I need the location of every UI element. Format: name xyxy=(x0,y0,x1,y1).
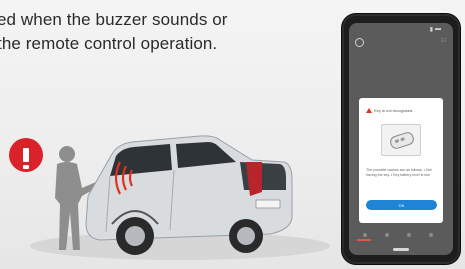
exclamation-icon xyxy=(9,138,43,172)
ok-button[interactable]: OK xyxy=(366,200,437,210)
remote-key-image xyxy=(381,124,421,156)
nav-item-1[interactable] xyxy=(363,233,367,237)
key-fob-icon xyxy=(388,130,416,151)
status-bar: ▮ ▬ xyxy=(349,23,453,35)
car-illustration xyxy=(30,135,330,260)
phone-screen: ▮ ▬ ⁝⁝ Key is not recognised. The possib… xyxy=(349,23,453,255)
nav-item-3[interactable] xyxy=(407,233,411,237)
caption-line-1: ed when the buzzer sounds or xyxy=(0,10,228,29)
nav-item-2[interactable] xyxy=(385,233,389,237)
caption: ed when the buzzer sounds or the remote … xyxy=(0,8,327,56)
smartphone: ▮ ▬ ⁝⁝ Key is not recognised. The possib… xyxy=(342,14,460,264)
battery-icon: ▬ xyxy=(435,26,441,32)
app-header: ⁝⁝ xyxy=(349,35,453,51)
home-indicator[interactable] xyxy=(393,248,409,251)
dialog-title-row: Key is not recognised. xyxy=(366,106,437,114)
dialog-message: The possible causes are as follows. • No… xyxy=(366,168,432,177)
bottom-nav xyxy=(349,231,453,241)
gear-icon[interactable] xyxy=(355,38,364,47)
nav-item-4[interactable] xyxy=(429,233,433,237)
more-icon[interactable]: ⁝⁝ xyxy=(441,37,447,44)
signal-icon: ▮ xyxy=(429,27,433,33)
key-not-recognised-dialog: Key is not recognised. The possible caus… xyxy=(359,98,443,223)
caption-line-2: the remote control operation. xyxy=(0,34,218,53)
suv-body xyxy=(85,135,293,255)
car-scene-illustration xyxy=(0,100,340,269)
active-tab-indicator xyxy=(357,239,371,241)
warning-icon xyxy=(366,107,372,113)
dialog-title: Key is not recognised. xyxy=(374,107,414,113)
